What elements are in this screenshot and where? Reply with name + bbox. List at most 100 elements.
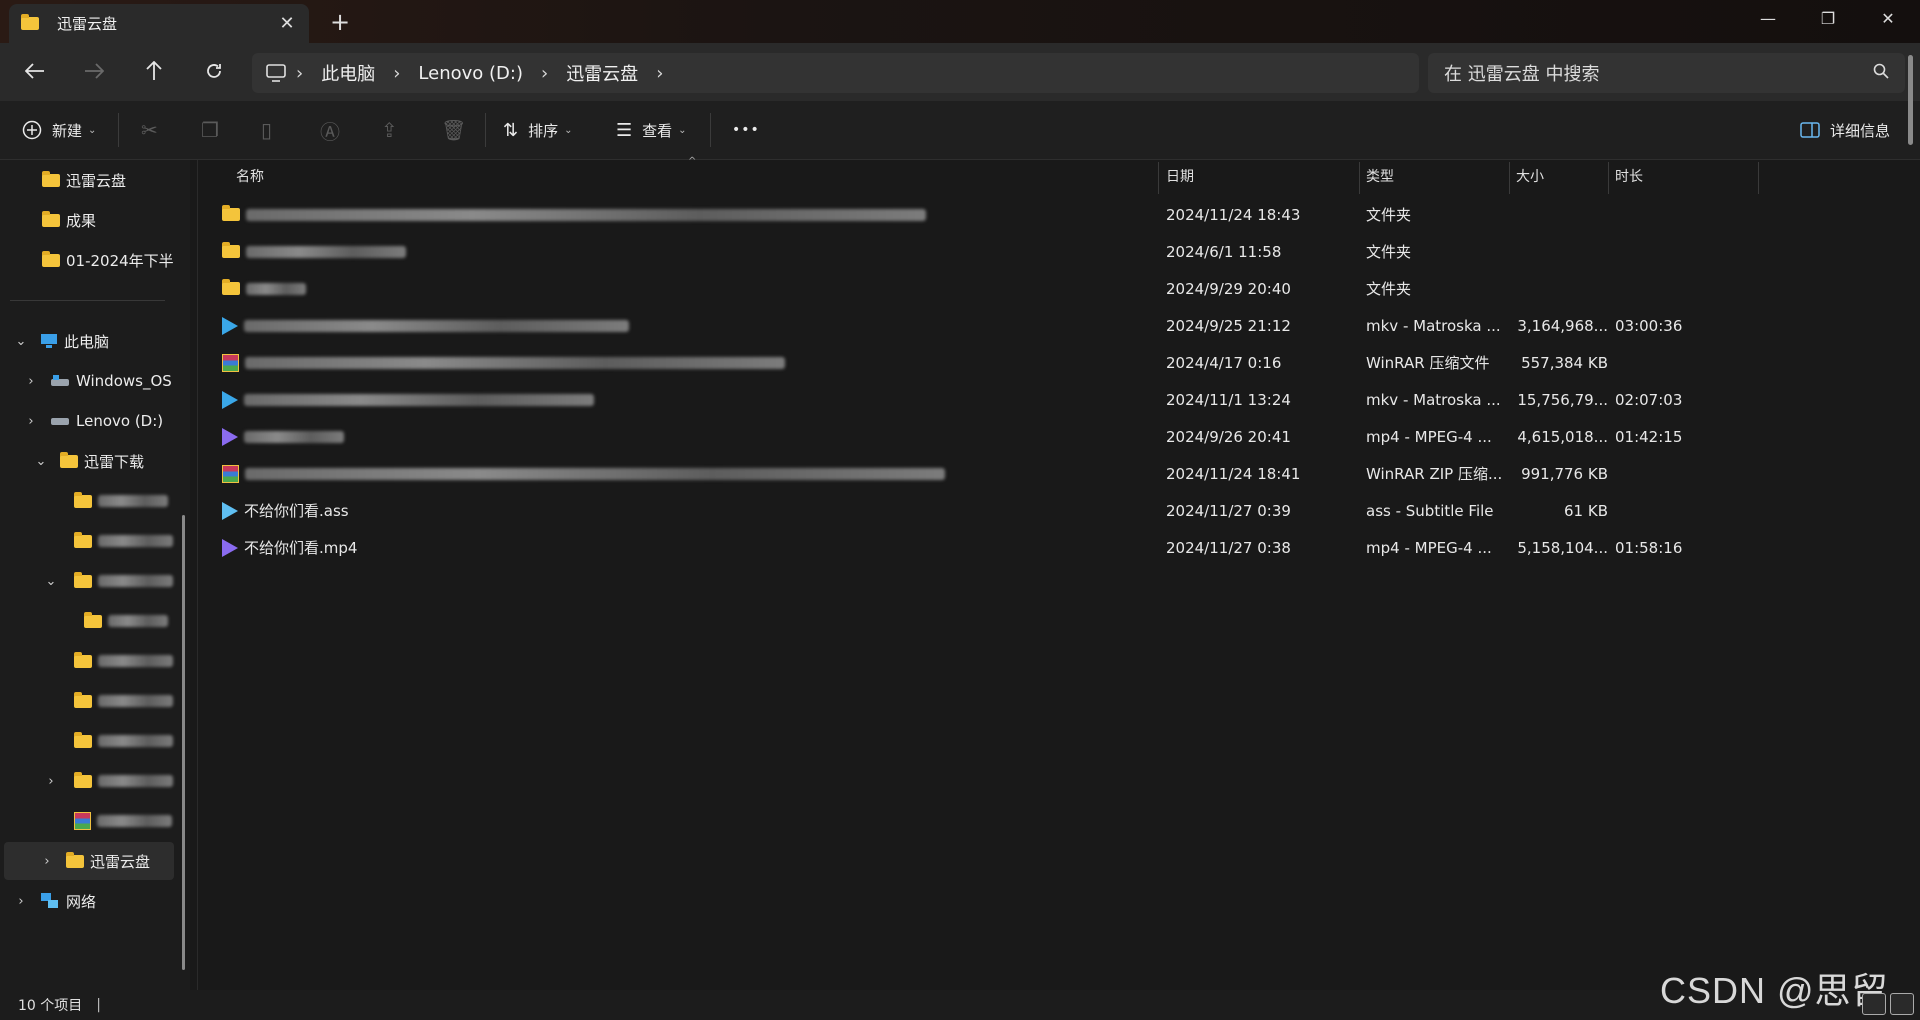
details-view-button[interactable] — [1862, 993, 1886, 1015]
table-row[interactable]: 2024/9/25 21:12 mkv - Matroska ... 3,164,9… — [218, 307, 1918, 344]
sidebar-item-results[interactable]: 成果 — [42, 205, 96, 235]
more-options-button[interactable]: ••• — [732, 115, 760, 145]
new-label: 新建 — [52, 121, 83, 140]
breadcrumb[interactable]: › 此电脑 › Lenovo (D:) › 迅雷云盘 › — [252, 53, 1419, 93]
file-name: 不给你们看.mp4 — [244, 539, 358, 557]
table-row[interactable]: 2024/6/1 11:58 文件夹 — [218, 233, 1918, 270]
column-divider[interactable] — [1608, 162, 1609, 194]
sidebar-item-this-pc[interactable]: ⌄ 此电脑 — [12, 326, 109, 356]
cell-date: 2024/9/25 21:12 — [1166, 316, 1291, 335]
search-icon[interactable] — [1873, 63, 1889, 79]
table-row[interactable]: 2024/4/17 0:16 WinRAR 压缩文件 557,384 KB — [218, 344, 1918, 381]
sidebar-item-xunlei-download[interactable]: ⌄ 迅雷下载 — [32, 446, 144, 476]
chevron-down-icon[interactable]: ⌄ — [32, 454, 50, 469]
forward-button[interactable] — [74, 53, 114, 89]
close-window-button[interactable]: ✕ — [1860, 0, 1916, 36]
cell-name: 不给你们看.ass — [222, 492, 1142, 529]
new-button[interactable]: 新建 ⌄ — [22, 115, 96, 145]
view-button[interactable]: ☰ 查看 ⌄ — [616, 115, 687, 145]
crumb-drive-d[interactable]: Lenovo (D:) — [418, 63, 523, 84]
chevron-right-icon[interactable]: › — [12, 894, 30, 909]
search-input[interactable]: 在 迅雷云盘 中搜索 — [1428, 53, 1905, 93]
plus-circle-icon — [22, 120, 42, 140]
sidebar-item-label: Windows_OS — [76, 372, 172, 390]
tiles-view-button[interactable] — [1890, 993, 1914, 1015]
sidebar-item-subfolder[interactable]: › — [42, 766, 173, 796]
column-divider[interactable] — [1758, 162, 1759, 194]
video-file-icon — [222, 538, 238, 557]
new-tab-button[interactable]: + — [328, 8, 352, 36]
crumb-xunlei-cloud[interactable]: 迅雷云盘 — [566, 60, 638, 86]
sidebar-item-xunlei-cloud-quick[interactable]: 迅雷云盘 — [42, 165, 126, 195]
toolbar-divider — [485, 113, 486, 147]
sidebar-item-2024-h2[interactable]: 01-2024年下半 — [42, 245, 174, 275]
rename-button[interactable]: Ⓐ — [320, 115, 340, 145]
table-row[interactable]: 2024/9/26 20:41 mp4 - MPEG-4 ... 4,615,018… — [218, 418, 1918, 455]
winrar-icon — [222, 353, 239, 372]
chevron-right-icon[interactable]: › — [38, 854, 56, 869]
sidebar-item-subfolder[interactable] — [74, 526, 173, 556]
sidebar-item-archive[interactable] — [74, 806, 172, 836]
sidebar-item-subfolder[interactable] — [74, 646, 173, 676]
sidebar-scrollbar[interactable] — [182, 515, 185, 970]
table-row[interactable]: 2024/11/24 18:41 WinRAR ZIP 压缩... 991,776 … — [218, 455, 1918, 492]
crumb-this-pc[interactable]: 此电脑 — [321, 60, 375, 86]
cell-size — [1516, 270, 1608, 307]
column-header-duration[interactable]: 时长 — [1615, 160, 1643, 192]
share-button[interactable]: ⇪ — [381, 115, 398, 145]
sidebar-item-windows-os[interactable]: › Windows_OS — [22, 366, 172, 396]
sidebar-item-subfolder[interactable] — [74, 726, 173, 756]
column-header-date[interactable]: 日期 — [1166, 160, 1194, 192]
copy-button[interactable]: ❐ — [201, 115, 219, 145]
column-header-type[interactable]: 类型 — [1366, 160, 1394, 192]
file-list: 名称 ^ 日期 类型 大小 时长 2024/11/24 18:43 文件夹 2024… — [198, 156, 1920, 990]
details-pane-icon — [1800, 122, 1820, 138]
paste-button[interactable]: ▯ — [261, 115, 272, 145]
column-divider[interactable] — [1158, 162, 1159, 194]
minimize-button[interactable]: — — [1740, 0, 1796, 36]
sidebar-item-subfolder[interactable] — [74, 686, 173, 716]
back-button[interactable] — [15, 53, 55, 89]
winrar-icon — [222, 464, 239, 483]
sidebar-item-network[interactable]: › 网络 — [12, 886, 96, 916]
chevron-right-icon[interactable]: › — [656, 63, 663, 84]
table-row[interactable]: 不给你们看.ass 2024/11/27 0:39 ass - Subtitle F… — [218, 492, 1918, 529]
cell-duration: 01:58:16 — [1615, 538, 1683, 557]
refresh-button[interactable] — [194, 53, 234, 89]
details-pane-button[interactable]: 详细信息 — [1800, 115, 1890, 145]
cell-duration — [1615, 196, 1755, 233]
share-icon: ⇪ — [381, 118, 398, 142]
tab-xunlei-cloud[interactable]: 迅雷云盘 ✕ — [9, 4, 309, 43]
cell-date: 2024/11/27 0:39 — [1166, 501, 1291, 520]
chevron-right-icon[interactable]: › — [22, 414, 40, 429]
chevron-right-icon[interactable]: › — [22, 374, 40, 389]
sidebar-divider — [10, 300, 165, 301]
sidebar-item-xunlei-cloud[interactable]: › 迅雷云盘 — [4, 842, 174, 880]
blurred-file-name — [245, 356, 785, 369]
column-divider[interactable] — [1509, 162, 1510, 194]
table-row[interactable]: 不给你们看.mp4 2024/11/27 0:38 mp4 - MPEG-4 ...… — [218, 529, 1918, 566]
sort-button[interactable]: ⇅ 排序 ⌄ — [503, 115, 573, 145]
chevron-down-icon[interactable]: ⌄ — [42, 574, 60, 589]
address-bar-area: › 此电脑 › Lenovo (D:) › 迅雷云盘 › 在 迅雷云盘 中搜索 — [0, 43, 1920, 101]
chevron-right-icon[interactable]: › — [42, 774, 60, 789]
table-row[interactable]: 2024/11/1 13:24 mkv - Matroska ... 15,756,… — [218, 381, 1918, 418]
folder-icon — [60, 451, 78, 468]
sidebar-item-subfolder[interactable]: ⌄ — [42, 566, 173, 596]
sidebar-item-subfolder[interactable] — [74, 486, 168, 516]
restore-button[interactable]: ❐ — [1800, 0, 1856, 36]
chevron-down-icon[interactable]: ⌄ — [12, 334, 30, 349]
cut-button[interactable]: ✂ — [141, 115, 158, 145]
column-header-size[interactable]: 大小 — [1516, 160, 1544, 192]
up-button[interactable] — [134, 53, 174, 89]
sidebar-item-drive-d[interactable]: › Lenovo (D:) — [22, 406, 163, 436]
tab-close-icon[interactable]: ✕ — [277, 13, 297, 34]
main-scrollbar[interactable] — [1908, 55, 1913, 145]
column-header-name[interactable]: 名称 — [236, 160, 264, 192]
delete-button[interactable]: 🗑 — [441, 115, 466, 145]
table-row[interactable]: 2024/9/29 20:40 文件夹 — [218, 270, 1918, 307]
navigation-pane: 迅雷云盘 成果 01-2024年下半 ⌄ 此电脑 › Windows_OS › … — [0, 160, 190, 990]
sidebar-item-subfolder[interactable] — [84, 606, 168, 636]
column-divider[interactable] — [1359, 162, 1360, 194]
table-row[interactable]: 2024/11/24 18:43 文件夹 — [218, 196, 1918, 233]
